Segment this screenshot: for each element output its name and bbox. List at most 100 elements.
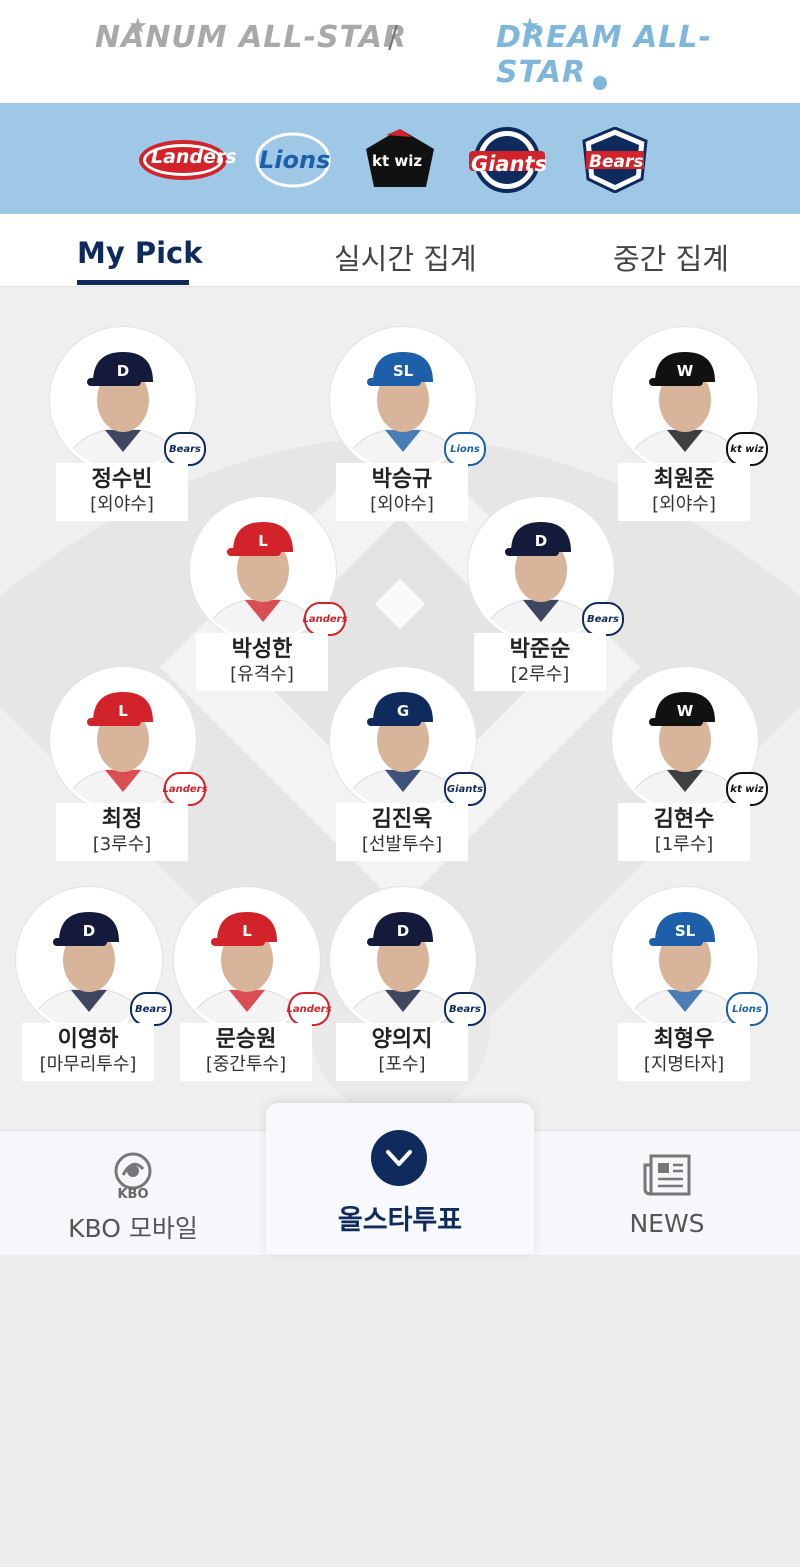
svg-text:SL: SL: [675, 922, 696, 940]
team-badge-icon: Lions: [444, 432, 486, 466]
player-name-card: 박성한 [유격수]: [196, 633, 328, 691]
player-position: [2루수]: [510, 664, 570, 685]
player-card[interactable]: L Landers 박성한 [유격수]: [186, 497, 348, 697]
team-badge-icon: Landers: [302, 602, 348, 636]
nanum-all-star-tab[interactable]: NANUM ALL-STAR: [95, 20, 407, 55]
player-name: 이영하: [57, 1027, 119, 1052]
team-badge-icon: Lions: [726, 992, 768, 1026]
player-name: 문승원: [215, 1027, 277, 1052]
player-name-card: 김진욱 [선발투수]: [336, 803, 468, 861]
kbo-mobile-button[interactable]: KBO KBO 모바일: [0, 1131, 266, 1255]
team-badge-icon: Landers: [286, 992, 332, 1026]
active-tab-indicator: [77, 280, 189, 285]
player-name-card: 최원준 [외야수]: [618, 463, 750, 521]
player-name: 박승규: [371, 467, 433, 492]
team-name: Landers: [151, 146, 237, 168]
player-name: 최정: [101, 807, 143, 832]
lineup-field: D Bears 정수빈 [외야수] SL Lions 박승규 [외야수] Wkt wiz 최원준[…: [0, 287, 800, 1130]
player-card[interactable]: L Landers 문승원 [중간투수]: [170, 887, 332, 1087]
news-button[interactable]: NEWS: [534, 1131, 800, 1255]
player-position: [지명타자]: [643, 1054, 725, 1075]
svg-text:L: L: [242, 922, 252, 940]
team-badge-icon: kt wiz: [726, 772, 768, 806]
team-badge-icon: Bears: [130, 992, 172, 1026]
newspaper-icon: [643, 1154, 691, 1196]
bears-logo[interactable]: Bears: [582, 127, 648, 193]
svg-text:W: W: [677, 702, 694, 720]
player-name: 최원준: [653, 467, 715, 492]
kbo-logo-icon: [114, 1152, 152, 1190]
tab-bar: My Pick 실시간 집계 중간 집계: [0, 214, 800, 287]
team-badge-icon: Bears: [164, 432, 206, 466]
player-card[interactable]: Wkt wiz 김현수 [1루수]: [608, 667, 768, 867]
svg-text:W: W: [677, 362, 694, 380]
league-separator: /: [388, 20, 399, 55]
player-name-card: 최정 [3루수]: [56, 803, 188, 861]
player-position: [선발투수]: [361, 834, 443, 855]
all-star-vote-button[interactable]: 올스타투표: [266, 1103, 534, 1254]
giants-logo[interactable]: Giants: [467, 127, 548, 193]
player-name-card: 박승규 [외야수]: [336, 463, 468, 521]
svg-text:L: L: [258, 532, 268, 550]
lions-logo[interactable]: Lions: [253, 130, 333, 190]
player-name-card: 김현수 [1루수]: [618, 803, 750, 861]
landers-logo[interactable]: Landers: [137, 130, 237, 190]
player-name: 정수빈: [91, 467, 153, 492]
vote-circle: [371, 1130, 427, 1186]
player-card[interactable]: D Bears 박준순 [2루수]: [464, 497, 624, 697]
player-name: 김진욱: [371, 807, 433, 832]
team-name: Giants: [471, 152, 548, 176]
player-position: [외야수]: [370, 494, 434, 515]
svg-text:D: D: [535, 532, 547, 550]
player-position: [마무리투수]: [39, 1054, 137, 1075]
player-position: [3루수]: [92, 834, 152, 855]
player-name: 박준순: [509, 637, 571, 662]
player-position: [포수]: [378, 1054, 426, 1075]
team-badge-icon: kt wiz: [726, 432, 768, 466]
tab-realtime-count[interactable]: 실시간 집계: [334, 236, 477, 278]
team-badge-icon: Bears: [444, 992, 486, 1026]
team-name: kt wiz: [372, 152, 423, 170]
team-name: Bears: [589, 152, 644, 172]
player-card[interactable]: SL Lions 최형우 [지명타자]: [608, 887, 768, 1087]
player-name: 김현수: [653, 807, 715, 832]
all-star-vote-label: 올스타투표: [337, 1205, 463, 1236]
svg-text:SL: SL: [393, 362, 414, 380]
player-card[interactable]: D Bears 이영하 [마무리투수]: [12, 887, 172, 1087]
dream-all-star-tab[interactable]: DREAM ALL-STAR: [496, 20, 800, 90]
team-badge-icon: Bears: [582, 602, 624, 636]
news-label: NEWS: [629, 1209, 705, 1238]
player-card[interactable]: D Bears 정수빈 [외야수]: [46, 327, 206, 527]
ktwiz-logo[interactable]: kt wiz: [364, 129, 436, 190]
svg-text:D: D: [117, 362, 129, 380]
svg-text:D: D: [83, 922, 95, 940]
player-name-card: 이영하 [마무리투수]: [22, 1023, 154, 1081]
svg-text:L: L: [118, 702, 128, 720]
svg-text:G: G: [397, 702, 409, 720]
tab-interim-count[interactable]: 중간 집계: [613, 236, 729, 278]
player-card[interactable]: L Landers 최정 [3루수]: [46, 667, 208, 867]
team-name: Lions: [259, 146, 331, 174]
player-name-card: 문승원 [중간투수]: [180, 1023, 312, 1081]
player-card[interactable]: G Giants 김진욱 [선발투수]: [326, 667, 486, 867]
player-name: 최형우: [653, 1027, 715, 1052]
kbo-logo-text: KBO: [117, 1187, 149, 1202]
team-badge-icon: Giants: [444, 772, 486, 806]
player-position: [유격수]: [230, 664, 294, 685]
svg-text:D: D: [397, 922, 409, 940]
tab-my-pick[interactable]: My Pick: [77, 236, 203, 270]
player-position: [외야수]: [90, 494, 154, 515]
player-name-card: 양의지 [포수]: [336, 1023, 468, 1081]
player-card[interactable]: SL Lions 박승규 [외야수]: [326, 327, 486, 527]
league-header: ★ NANUM ALL-STAR / ★ DREAM ALL-STAR: [0, 0, 800, 103]
selected-league-indicator: [593, 76, 607, 90]
player-position: [중간투수]: [205, 1054, 287, 1075]
chevron-down-icon: [386, 1150, 412, 1166]
player-card[interactable]: Wkt wiz 최원준 [외야수]: [608, 327, 768, 527]
player-name-card: 최형우 [지명타자]: [618, 1023, 750, 1081]
player-card[interactable]: D Bears 양의지 [포수]: [326, 887, 486, 1087]
player-position: [외야수]: [652, 494, 716, 515]
player-name-card: 박준순 [2루수]: [474, 633, 606, 691]
player-name: 양의지: [371, 1027, 433, 1052]
team-logo-bar: Landers Lions kt wiz Giants Bears: [0, 103, 800, 214]
